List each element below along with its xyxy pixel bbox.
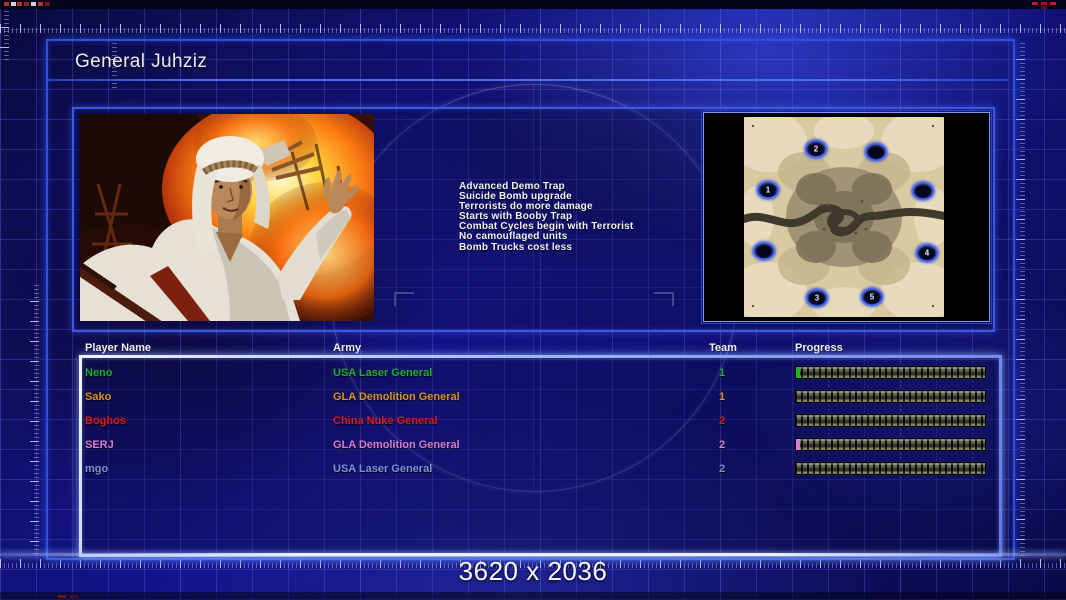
column-header-team: Team <box>709 342 737 354</box>
spawn-marker-label: 4 <box>924 248 930 257</box>
abilities-list: Advanced Demo Trap Suicide Bomb upgrade … <box>459 181 633 253</box>
spawn-marker <box>752 241 776 261</box>
portrait-art <box>80 114 374 321</box>
player-row: mgo USA Laser General 2 <box>79 457 996 481</box>
progress-track <box>796 391 985 402</box>
player-row: SERJ GLA Demolition General 2 <box>79 433 996 457</box>
player-row: Boghos China Nuke General 2 <box>79 409 996 433</box>
player-team: 1 <box>718 367 726 379</box>
spawn-marker: 4 <box>915 243 939 263</box>
player-name: Sako <box>85 391 112 403</box>
micro-markings-right <box>1032 2 1038 5</box>
column-header-progress: Progress <box>795 342 843 354</box>
player-row: Neno USA Laser General 1 <box>79 361 996 385</box>
player-row: Sako GLA Demolition General 1 <box>79 385 996 409</box>
map-preview-panel: 2 1 4 3 5 <box>701 110 992 324</box>
player-name: Neno <box>85 367 113 379</box>
map-size-label: 3620 x 2036 <box>458 556 608 586</box>
player-name: SERJ <box>85 439 114 451</box>
ruler-right <box>1016 40 1025 556</box>
player-army: USA Laser General <box>333 463 433 475</box>
column-header-army: Army <box>333 342 362 354</box>
general-portrait <box>80 114 374 321</box>
player-team: 1 <box>718 391 726 403</box>
player-army: GLA Demolition General <box>333 439 460 451</box>
title-underline <box>48 79 1009 81</box>
progress-fill <box>796 367 800 378</box>
player-army: USA Laser General <box>333 367 433 379</box>
spawn-marker: 1 <box>756 180 780 200</box>
progress-fill <box>796 439 800 450</box>
progress-bar <box>795 414 986 427</box>
spawn-marker: 3 <box>805 288 829 308</box>
bottom-strip <box>0 592 1066 600</box>
player-name: mgo <box>85 463 109 475</box>
ruler-corner <box>0 8 9 60</box>
spawn-marker: 2 <box>804 139 828 159</box>
progress-bar <box>795 366 986 379</box>
player-army: GLA Demolition General <box>333 391 460 403</box>
map-preview-image: 2 1 4 3 5 <box>744 117 944 317</box>
progress-bar <box>795 390 986 403</box>
micro-markings-left <box>4 2 9 6</box>
progress-track <box>796 463 985 474</box>
spawn-marker-label: 1 <box>765 185 771 194</box>
ability-item: Bomb Trucks cost less <box>459 241 573 253</box>
progress-bar <box>795 438 986 451</box>
spawn-marker: 5 <box>860 287 884 307</box>
column-header-player-name: Player Name <box>85 342 152 354</box>
micro-markings-bottom-left <box>58 595 66 598</box>
player-team: 2 <box>718 463 726 475</box>
page-title: General Juhziz <box>75 51 208 72</box>
ruler-left <box>30 282 39 556</box>
spawn-marker-label: 2 <box>813 144 819 153</box>
progress-track <box>796 367 985 378</box>
top-strip <box>0 0 1066 9</box>
progress-track <box>796 415 985 426</box>
player-team: 2 <box>718 439 726 451</box>
spawn-marker <box>864 142 888 162</box>
spawn-marker-label: 5 <box>869 292 875 301</box>
player-name: Boghos <box>85 415 126 427</box>
spawn-marker-label: 3 <box>814 293 820 302</box>
player-team: 2 <box>718 415 726 427</box>
progress-bar <box>795 462 986 475</box>
player-army: China Nuke General <box>333 415 438 427</box>
spawn-marker <box>911 181 935 201</box>
progress-track <box>796 439 985 450</box>
map-art <box>744 117 944 317</box>
ruler-top <box>0 24 1066 33</box>
